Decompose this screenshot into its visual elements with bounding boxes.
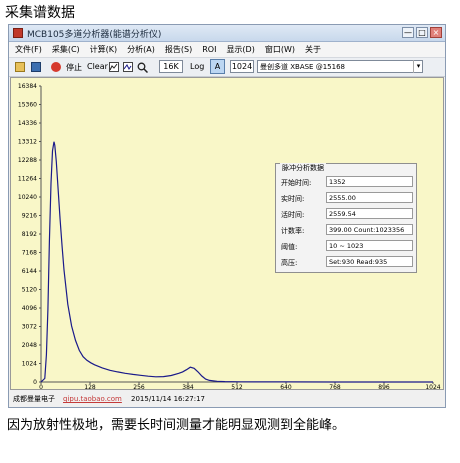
info-row-count-rate: 计数率: 399.00 Count:1023356 bbox=[279, 224, 413, 237]
info-value: Set:930 Read:935 bbox=[326, 256, 413, 267]
stop-button[interactable]: 停止 bbox=[66, 62, 82, 73]
zoom-icon[interactable] bbox=[137, 62, 148, 73]
chart-fit-icon[interactable] bbox=[123, 62, 133, 72]
menu-acquire[interactable]: 采集(C) bbox=[46, 44, 84, 55]
y-tick-label: 9216 bbox=[22, 213, 37, 220]
y-tick-label: 7168 bbox=[22, 250, 37, 257]
info-row-high-voltage: 高压: Set:930 Read:935 bbox=[279, 256, 413, 269]
info-row-threshold: 阈值: 10 ~ 1023 bbox=[279, 240, 413, 253]
info-panel-title: 脉冲分析数据 bbox=[280, 163, 326, 173]
info-value: 1352 bbox=[326, 176, 413, 187]
y-tick-label: 16384 bbox=[18, 83, 37, 90]
info-value: 399.00 Count:1023356 bbox=[326, 224, 413, 235]
y-tick-label: 8192 bbox=[22, 231, 37, 238]
y-tick-label: 6144 bbox=[22, 268, 37, 275]
app-icon bbox=[13, 28, 23, 38]
x-tick-label: 384 bbox=[182, 384, 194, 389]
y-tick-label: 4096 bbox=[22, 305, 37, 312]
minimize-button[interactable]: — bbox=[402, 27, 414, 38]
info-row-start-time: 开始时间: 1352 bbox=[279, 176, 413, 189]
menu-file[interactable]: 文件(F) bbox=[9, 44, 46, 55]
info-label: 实时间: bbox=[281, 195, 305, 203]
menu-calculate[interactable]: 计算(K) bbox=[84, 44, 122, 55]
y-tick-label: 10240 bbox=[18, 194, 37, 201]
caption: 因为放射性极地，需要长时间测量才能明显观测到全能峰。 bbox=[7, 418, 346, 433]
status-company: 成都曼量电子 bbox=[13, 395, 55, 403]
info-label: 活时间: bbox=[281, 211, 305, 219]
window-title: MCB105多道分析器(能谱分析仪) bbox=[27, 30, 162, 40]
folder-open-icon[interactable] bbox=[15, 62, 25, 72]
x-tick-label: 768 bbox=[329, 384, 341, 389]
info-label: 高压: bbox=[281, 259, 298, 267]
x-tick-label: 256 bbox=[133, 384, 145, 389]
x-tick-label: 512 bbox=[231, 384, 243, 389]
save-icon[interactable] bbox=[31, 62, 41, 72]
info-value: 2559.54 bbox=[326, 208, 413, 219]
range-field[interactable]: 16K bbox=[159, 60, 183, 73]
x-tick-label: 896 bbox=[378, 384, 390, 389]
y-tick-label: 12288 bbox=[18, 157, 37, 164]
info-row-real-time: 实时间: 2555.00 bbox=[279, 192, 413, 205]
x-tick-label: 640 bbox=[280, 384, 292, 389]
app-window: MCB105多道分析器(能谱分析仪) — □ × 文件(F) 采集(C) 计算(… bbox=[8, 24, 446, 408]
info-label: 阈值: bbox=[281, 243, 298, 251]
info-value: 10 ~ 1023 bbox=[326, 240, 413, 251]
clear-button[interactable]: Clear bbox=[87, 62, 108, 71]
title-bar[interactable]: MCB105多道分析器(能谱分析仪) — □ × bbox=[9, 25, 445, 42]
chart-icon[interactable] bbox=[109, 62, 119, 72]
menu-analyze[interactable]: 分析(A) bbox=[121, 44, 159, 55]
info-label: 计数率: bbox=[281, 227, 305, 235]
pulse-analysis-panel: 脉冲分析数据 开始时间: 1352 实时间: 2555.00 活时间: 2559… bbox=[275, 163, 417, 273]
menu-report[interactable]: 报告(S) bbox=[159, 44, 196, 55]
x-tick-label: 1024 bbox=[425, 384, 440, 389]
info-label: 开始时间: bbox=[281, 179, 312, 187]
menu-about[interactable]: 关于 bbox=[299, 44, 325, 55]
info-row-live-time: 活时间: 2559.54 bbox=[279, 208, 413, 221]
channels-field[interactable]: 1024 bbox=[230, 60, 254, 73]
y-tick-label: 3072 bbox=[22, 324, 37, 331]
y-tick-label: 13312 bbox=[18, 139, 37, 146]
y-tick-label: 14336 bbox=[18, 120, 37, 127]
toolbar: 停止 Clear 16K Log A 1024 曼创多道 XBASE @1516… bbox=[9, 57, 445, 77]
chevron-down-icon[interactable]: ▾ bbox=[413, 60, 423, 73]
y-tick-label: 1024 bbox=[22, 361, 37, 368]
x-tick-label: 0 bbox=[39, 384, 43, 389]
menu-roi[interactable]: ROI bbox=[196, 45, 220, 54]
page-heading: 采集谱数据 bbox=[5, 5, 75, 21]
y-tick-label: 15360 bbox=[18, 102, 37, 109]
maximize-button[interactable]: □ bbox=[416, 27, 428, 38]
y-tick-label: 2048 bbox=[22, 342, 37, 349]
info-value: 2555.00 bbox=[326, 192, 413, 203]
y-tick-label: 11264 bbox=[18, 176, 37, 183]
log-button[interactable]: Log bbox=[190, 62, 204, 71]
status-bar: 成都曼量电子 qipu.taobao.com 2015/11/14 16:27:… bbox=[9, 391, 445, 407]
close-button[interactable]: × bbox=[430, 27, 442, 38]
menu-window[interactable]: 窗口(W) bbox=[259, 44, 299, 55]
menu-bar: 文件(F) 采集(C) 计算(K) 分析(A) 报告(S) ROI 显示(D) … bbox=[9, 42, 445, 57]
status-datetime: 2015/11/14 16:27:17 bbox=[131, 395, 206, 403]
x-tick-label: 128 bbox=[84, 384, 96, 389]
device-select[interactable]: 曼创多道 XBASE @15168 bbox=[257, 60, 423, 73]
menu-display[interactable]: 显示(D) bbox=[220, 44, 258, 55]
record-icon[interactable] bbox=[51, 62, 61, 72]
y-tick-label: 0 bbox=[33, 379, 37, 386]
auto-scale-button[interactable]: A bbox=[210, 59, 225, 74]
y-tick-label: 5120 bbox=[22, 287, 37, 294]
status-link[interactable]: qipu.taobao.com bbox=[63, 391, 122, 407]
spectrum-plot[interactable]: 0 1024 2048 3072 4096 5120 6144 7168 8192 9216 102… bbox=[10, 77, 444, 390]
